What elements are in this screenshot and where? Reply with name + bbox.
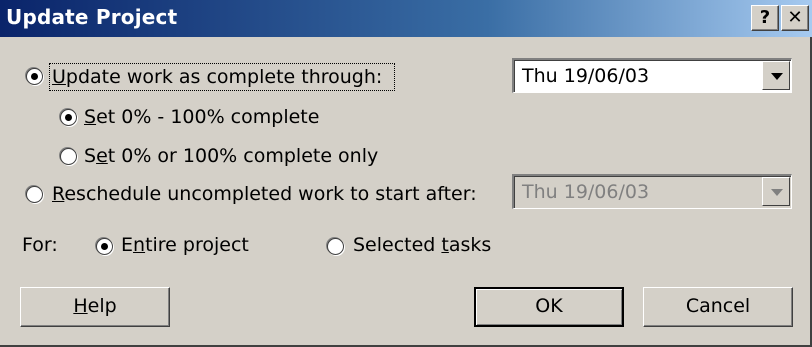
help-title-button[interactable]: ? (751, 5, 779, 31)
start-after-date-combo[interactable]: Thu 19/06/03 (512, 174, 792, 209)
dropdown-arrow-icon (771, 73, 783, 80)
help-button[interactable]: Help (20, 287, 170, 327)
dialog-title: Update Project (6, 5, 178, 29)
set-percent-binary-radio[interactable] (60, 148, 77, 165)
selected-tasks-radio[interactable] (327, 238, 344, 255)
radio-selected-dot (31, 73, 38, 80)
through-date-value: Thu 19/06/03 (522, 65, 650, 87)
radio-selected-dot (101, 243, 108, 250)
question-mark-icon: ? (759, 7, 771, 28)
update-work-label[interactable]: Update work as complete through: (52, 66, 382, 88)
entire-project-radio[interactable] (96, 238, 113, 255)
reschedule-label[interactable]: Reschedule uncompleted work to start aft… (52, 183, 477, 205)
start-after-date-value: Thu 19/06/03 (522, 181, 650, 203)
selected-tasks-label[interactable]: Selected tasks (353, 234, 491, 256)
dropdown-arrow-icon (771, 189, 783, 196)
set-percent-range-radio[interactable] (60, 109, 77, 126)
cancel-button[interactable]: Cancel (643, 287, 793, 327)
reschedule-radio[interactable] (26, 186, 43, 203)
radio-selected-dot (65, 114, 72, 121)
set-percent-range-label[interactable]: Set 0% - 100% complete (84, 106, 319, 128)
through-date-dropdown-button[interactable] (762, 61, 790, 90)
close-title-button[interactable]: ✕ (781, 5, 809, 31)
ok-button[interactable]: OK (474, 287, 624, 327)
close-icon: ✕ (787, 7, 803, 28)
title-bar[interactable]: Update Project ? ✕ (0, 0, 812, 37)
entire-project-label[interactable]: Entire project (121, 234, 249, 256)
through-date-combo[interactable]: Thu 19/06/03 (512, 58, 792, 93)
update-project-dialog: Update Project ? ✕ Update work as comple… (0, 0, 812, 347)
update-work-radio[interactable] (26, 68, 43, 85)
set-percent-binary-label[interactable]: Set 0% or 100% complete only (84, 145, 378, 167)
for-label: For: (22, 234, 58, 256)
start-after-dropdown-button[interactable] (762, 177, 790, 206)
